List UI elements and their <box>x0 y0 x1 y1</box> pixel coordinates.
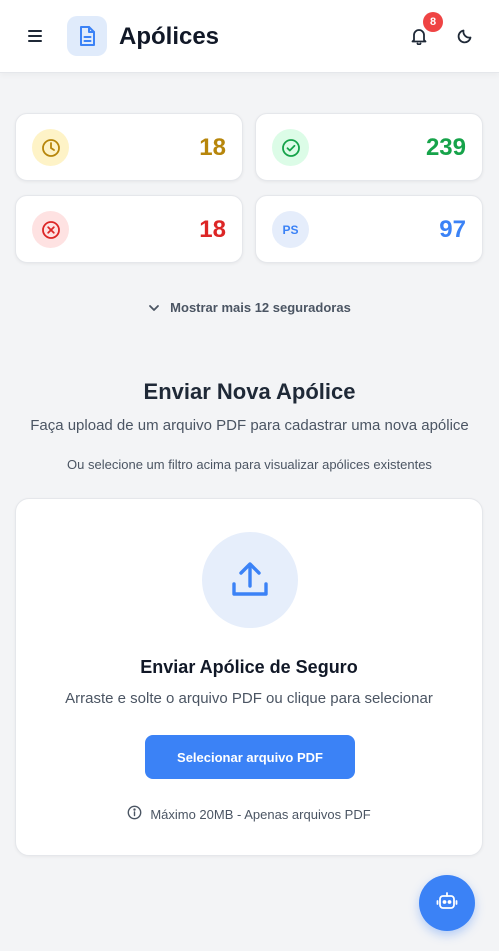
info-icon <box>127 805 142 823</box>
stat-card-insurer-ps[interactable]: PS 97 <box>255 195 483 263</box>
x-circle-icon <box>32 211 69 248</box>
stat-value-cancelled: 18 <box>199 216 226 243</box>
insurer-logo: PS <box>272 211 309 248</box>
page-title: Apólices <box>119 23 220 50</box>
chevron-down-icon <box>148 300 160 315</box>
insurer-initials: PS <box>282 222 299 237</box>
stat-card-pending[interactable]: 18 <box>15 113 243 181</box>
app-header: Apólices 8 <box>0 0 499 73</box>
show-more-button[interactable]: Mostrar mais 12 seguradoras <box>0 297 499 317</box>
clock-icon <box>32 129 69 166</box>
upload-icon <box>202 532 298 628</box>
stat-value-pending: 18 <box>199 134 226 161</box>
upload-section-title: Enviar Nova Apólice <box>143 379 356 404</box>
upload-section-subtitle: Faça upload de um arquivo PDF para cadas… <box>30 417 469 434</box>
hamburger-menu-icon[interactable] <box>24 25 46 47</box>
chatbot-button[interactable] <box>419 875 475 931</box>
document-icon <box>67 16 107 56</box>
notification-badge: 8 <box>423 12 443 32</box>
moon-icon[interactable] <box>454 25 476 47</box>
upload-card-title: Enviar Apólice de Seguro <box>140 657 358 677</box>
upload-dropzone[interactable]: Enviar Apólice de Seguro Arraste e solte… <box>15 498 483 856</box>
file-limit-text: Máximo 20MB - Apenas arquivos PDF <box>150 806 371 822</box>
check-circle-icon <box>272 129 309 166</box>
stat-value-insurer-ps: 97 <box>439 216 466 243</box>
upload-section-hint: Ou selecione um filtro acima para visual… <box>67 457 432 472</box>
upload-card-subtitle: Arraste e solte o arquivo PDF ou clique … <box>65 690 433 707</box>
stat-value-active: 239 <box>425 134 466 161</box>
show-more-label: Mostrar mais 12 seguradoras <box>170 299 351 315</box>
select-pdf-button[interactable]: Selecionar arquivo PDF <box>145 735 355 779</box>
file-limit-note: Máximo 20MB - Apenas arquivos PDF <box>16 805 482 823</box>
stat-card-active[interactable]: 239 <box>255 113 483 181</box>
stat-card-cancelled[interactable]: 18 <box>15 195 243 263</box>
robot-icon <box>436 891 458 916</box>
